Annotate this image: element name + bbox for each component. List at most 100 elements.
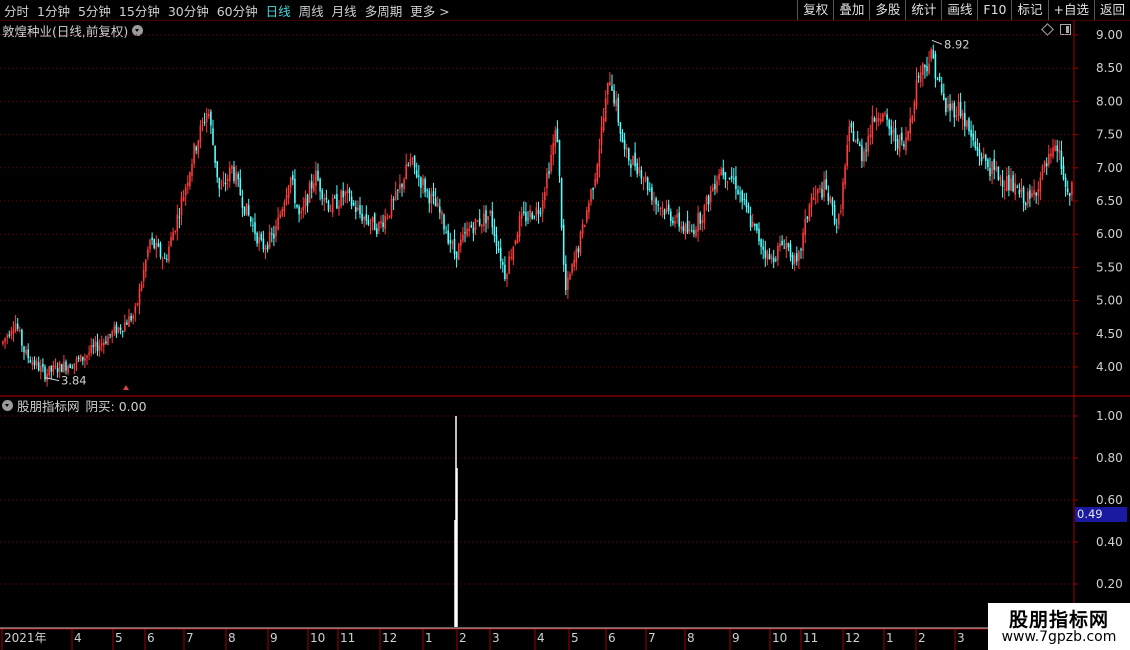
- candle-body: [905, 137, 907, 151]
- candle-body: [174, 230, 176, 232]
- candle-body: [556, 128, 559, 143]
- candle-body: [859, 143, 861, 146]
- candle-body: [40, 366, 42, 372]
- candle-body: [405, 164, 407, 180]
- candle-body: [214, 145, 216, 163]
- candle-body: [128, 316, 130, 327]
- candle-body: [413, 155, 416, 168]
- candle-body: [399, 184, 401, 190]
- x-tick-label: 12: [382, 631, 397, 645]
- x-tick-label: 10: [772, 631, 787, 645]
- candle-body: [672, 220, 674, 224]
- price-tick-label: 8.50: [1096, 61, 1123, 75]
- candle-body: [359, 205, 361, 215]
- candle-body: [88, 352, 90, 355]
- candle-body: [260, 233, 263, 240]
- candle-body: [256, 232, 258, 244]
- candle-body: [275, 226, 277, 237]
- x-tick-label: 8: [228, 631, 236, 645]
- kline-chart[interactable]: 9.00 8.50 8.00 7.50 7.00 6.50 6.00 5.50 5.00 4.50…: [0, 0, 1130, 650]
- x-tick-label: 10: [310, 631, 325, 645]
- candle-body: [982, 154, 985, 158]
- candle-body: [208, 113, 210, 117]
- candle-body: [84, 357, 86, 361]
- candle-body: [665, 208, 668, 213]
- candle-body: [1045, 163, 1048, 167]
- candle-body: [287, 185, 290, 199]
- candle-body: [514, 240, 517, 244]
- candle-body: [684, 223, 687, 234]
- candle-body: [877, 118, 880, 121]
- candle-body: [586, 210, 588, 222]
- candle-body: [785, 243, 788, 250]
- candle-body: [871, 115, 874, 138]
- candle-body: [273, 233, 275, 239]
- candle-body: [1006, 176, 1008, 191]
- candle-body: [676, 214, 678, 218]
- candle-body: [817, 189, 819, 194]
- candle-body: [730, 175, 733, 179]
- candle-body: [607, 82, 609, 95]
- candle-body: [951, 103, 953, 109]
- candle-body: [31, 362, 34, 365]
- candle-body: [394, 191, 397, 200]
- candle-body: [579, 232, 582, 254]
- candle-body: [741, 190, 743, 202]
- candle-body: [1064, 177, 1067, 187]
- candle-body: [1010, 178, 1012, 191]
- candle-body: [336, 193, 338, 209]
- candle-body: [229, 167, 231, 182]
- x-tick-label: 4: [74, 631, 82, 645]
- candle-body: [126, 322, 128, 325]
- candle-body: [733, 178, 735, 180]
- candle-body: [130, 315, 132, 321]
- candle-body: [147, 249, 149, 258]
- candle-body: [226, 178, 229, 182]
- candle-body: [63, 361, 65, 372]
- candle-body: [980, 156, 983, 162]
- candle-body: [888, 119, 890, 129]
- candle-body: [239, 178, 242, 195]
- candle-body: [945, 97, 947, 113]
- candle-body: [367, 219, 370, 225]
- candle-body: [1043, 161, 1046, 168]
- candle-body: [151, 237, 153, 240]
- candle-body: [936, 79, 939, 81]
- candle-body: [157, 243, 160, 247]
- candle-body: [966, 120, 968, 128]
- candle-body: [77, 357, 80, 360]
- candle-body: [1012, 175, 1014, 192]
- candle-body: [562, 224, 565, 265]
- candle-body: [539, 212, 542, 214]
- candle-body: [489, 210, 491, 214]
- candle-body: [96, 341, 99, 352]
- candle-body: [1056, 145, 1058, 151]
- candle-body: [993, 159, 995, 171]
- candle-body: [94, 341, 97, 347]
- candle-body: [552, 143, 554, 156]
- candle-body: [541, 200, 544, 213]
- candle-body: [220, 187, 223, 190]
- candle-body: [321, 190, 323, 199]
- price-tick-label: 7.50: [1096, 128, 1123, 142]
- candle-body: [348, 189, 351, 194]
- candle-body: [300, 211, 302, 213]
- candle-body: [852, 130, 855, 142]
- candle-body: [625, 147, 628, 151]
- candle-body: [1048, 153, 1050, 165]
- candle-body: [636, 163, 638, 174]
- candle-body: [670, 211, 672, 222]
- candle-body: [506, 274, 508, 280]
- x-tick-label: 6: [147, 631, 155, 645]
- candle-body: [714, 184, 716, 190]
- indicator-dropdown-icon[interactable]: [2, 400, 13, 411]
- candle-body: [856, 138, 859, 142]
- candle-body: [415, 170, 418, 178]
- candle-body: [33, 359, 36, 366]
- candle-body: [646, 177, 649, 191]
- current-value-badge: 0.49: [1075, 507, 1127, 522]
- indicator-tick-label: 0.60: [1096, 493, 1123, 507]
- candle-body: [124, 322, 126, 332]
- candle-body: [184, 187, 187, 196]
- candle-body: [796, 253, 798, 262]
